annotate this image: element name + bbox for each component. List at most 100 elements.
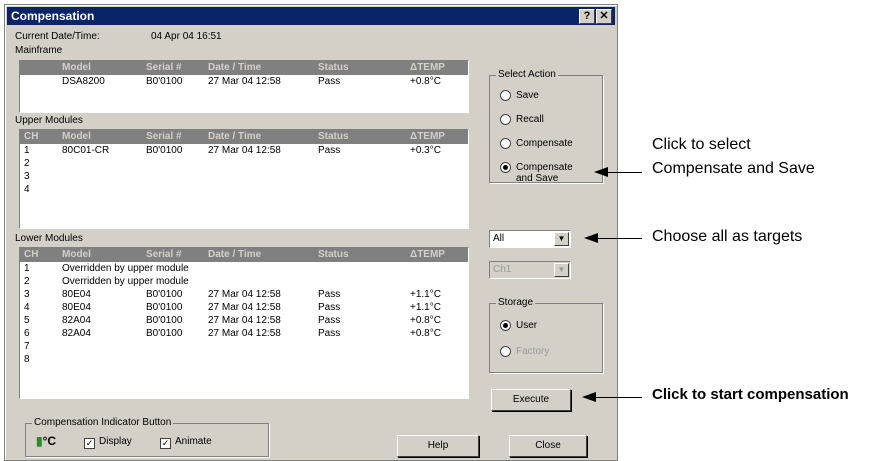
table-row[interactable]: 2 Overridden by upper module <box>20 275 468 288</box>
close-button[interactable]: Close <box>509 435 587 457</box>
upper-cell: 2 <box>24 158 30 169</box>
table-row[interactable]: 5 82A04 B0'0100 27 Mar 04 12:58 Pass +0.8°C <box>20 314 468 327</box>
radio-circle-icon[interactable] <box>500 320 511 331</box>
title-bar: Compensation ? ✕ <box>7 7 615 25</box>
lower-header-cell: Status <box>318 249 349 260</box>
upper-cell: 27 Mar 04 12:58 <box>208 145 281 156</box>
lower-cell: B0'0100 <box>146 315 183 326</box>
select_action-radio-2[interactable]: Compensate <box>500 138 580 150</box>
lower-cell: Pass <box>318 289 341 300</box>
execute-button[interactable]: Execute <box>491 389 571 411</box>
table-row[interactable]: 6 82A04 B0'0100 27 Mar 04 12:58 Pass +0.8°C <box>20 327 468 340</box>
lower-cell: 2 <box>24 276 30 287</box>
current-datetime-label: Current Date/Time: <box>15 31 100 42</box>
storage-title: Storage <box>496 297 536 308</box>
storage-radio-1: Factory <box>500 346 580 358</box>
mainframe-cell: B0'0100 <box>146 76 183 87</box>
channel-select-value: Ch1 <box>493 264 512 275</box>
animate-checkbox[interactable]: ✓ Animate <box>160 436 212 449</box>
table-row[interactable]: 4 80E04 B0'0100 27 Mar 04 12:58 Pass +1.1°C <box>20 301 468 314</box>
current-datetime-value: 04 Apr 04 16:51 <box>151 31 222 42</box>
radio-circle-icon[interactable] <box>500 162 511 173</box>
radio-circle-icon[interactable] <box>500 90 511 101</box>
radio-circle-icon[interactable] <box>500 138 511 149</box>
chevron-down-icon: ▼ <box>554 263 569 277</box>
table-row[interactable]: 1 Overridden by upper module <box>20 262 468 275</box>
lower-cell: 7 <box>24 341 30 352</box>
upper-header: CH Model Serial # Date / Time Status ΔTEMP <box>20 130 468 144</box>
table-row[interactable]: 7 <box>20 340 468 353</box>
display-checkbox[interactable]: ✓ Display <box>84 436 132 449</box>
lower-cell: 82A04 <box>62 315 91 326</box>
radio-circle-icon[interactable] <box>500 114 511 125</box>
lower-modules-table: CH Model Serial # Date / Time Status ΔTEMP 1 Ov… <box>19 247 469 399</box>
lower-cell: 27 Mar 04 12:58 <box>208 289 281 300</box>
target-select[interactable]: All ▼ <box>489 230 571 248</box>
table-row[interactable]: DSA8200 B0'0100 27 Mar 04 12:58 Pass +0.8°C <box>20 75 468 88</box>
indicator-group: Compensation Indicator Button ▮°C ✓ Displ… <box>25 417 269 457</box>
upper-cell: B0'0100 <box>146 145 183 156</box>
table-row[interactable]: 2 <box>20 157 468 170</box>
select_action-radio-label: Compensate <box>516 138 573 149</box>
callout-select-line2: Compensate and Save <box>652 160 815 177</box>
callout-arrow-execute <box>588 397 642 398</box>
indicator-title: Compensation Indicator Button <box>32 417 174 428</box>
lower-cell: 8 <box>24 354 30 365</box>
upper-header-cell: Status <box>318 131 349 142</box>
display-label: Display <box>99 436 132 447</box>
lower-header-cell: Serial # <box>146 249 182 260</box>
lower-cell: 27 Mar 04 12:58 <box>208 302 281 313</box>
upper-header-cell: Model <box>62 131 91 142</box>
storage-group: Storage User Factory <box>489 297 603 373</box>
lower-cell: Pass <box>318 328 341 339</box>
table-row[interactable]: 8 <box>20 353 468 366</box>
compensation-dialog: Compensation ? ✕ Current Date/Time: 04 A… <box>4 4 618 461</box>
callout-arrowhead-select <box>594 167 608 177</box>
lower-header-cell: ΔTEMP <box>410 249 445 260</box>
mainframe-table: Model Serial # Date / Time Status ΔTEMP DSA82… <box>19 60 469 113</box>
storage-radio-label: User <box>516 320 538 331</box>
select_action-radio-1[interactable]: Recall <box>500 114 580 126</box>
select_action-radio-label: Compensate and Save <box>516 162 573 184</box>
table-row[interactable]: 3 80E04 B0'0100 27 Mar 04 12:58 Pass +1.1°C <box>20 288 468 301</box>
upper-cell: 80C01-CR <box>62 145 110 156</box>
upper-modules-label: Upper Modules <box>15 115 83 126</box>
select_action-radio-0[interactable]: Save <box>500 90 580 102</box>
storage-radio-0[interactable]: User <box>500 320 580 332</box>
lower-cell: 82A04 <box>62 328 91 339</box>
upper-cell: 4 <box>24 184 30 195</box>
lower-cell: 27 Mar 04 12:58 <box>208 315 281 326</box>
callout-targets: Choose all as targets <box>652 228 803 245</box>
storage-radio-label: Factory <box>516 346 550 357</box>
upper-cell: 1 <box>24 145 30 156</box>
display-check-mark[interactable]: ✓ <box>84 438 95 449</box>
lower-cell: Overridden by upper module <box>62 276 189 287</box>
lower-cell: +0.8°C <box>410 328 441 339</box>
mainframe-cell: Pass <box>318 76 341 87</box>
mainframe-header-cell: Serial # <box>146 62 182 73</box>
chevron-down-icon[interactable]: ▼ <box>554 232 569 246</box>
mainframe-cell: DSA8200 <box>62 76 105 87</box>
select_action-radio-3[interactable]: Compensate and Save <box>500 162 580 184</box>
close-icon[interactable]: ✕ <box>596 9 612 24</box>
help-button[interactable]: Help <box>397 435 479 457</box>
select_action-radio-label: Recall <box>516 114 544 125</box>
lower-cell: +1.1°C <box>410 302 441 313</box>
dialog-title: Compensation <box>11 9 95 23</box>
lower-cell: 80E04 <box>62 302 91 313</box>
table-row[interactable]: 1 80C01-CR B0'0100 27 Mar 04 12:58 Pass +0.3°… <box>20 144 468 157</box>
lower-modules-label: Lower Modules <box>15 233 83 244</box>
animate-check-mark[interactable]: ✓ <box>160 438 171 449</box>
callout-execute: Click to start compensation <box>652 386 849 403</box>
radio-circle-icon[interactable] <box>500 346 511 357</box>
indicator-icon-text: °C <box>42 434 57 448</box>
help-icon[interactable]: ? <box>579 9 595 24</box>
table-row[interactable]: 3 <box>20 170 468 183</box>
target-select-value: All <box>493 233 505 244</box>
table-row[interactable]: 4 <box>20 183 468 196</box>
animate-label: Animate <box>175 436 212 447</box>
lower-header-cell: Date / Time <box>208 249 262 260</box>
upper-cell: 3 <box>24 171 30 182</box>
thermometer-icon: ▮°C <box>36 434 57 448</box>
mainframe-header-cell: Date / Time <box>208 62 262 73</box>
